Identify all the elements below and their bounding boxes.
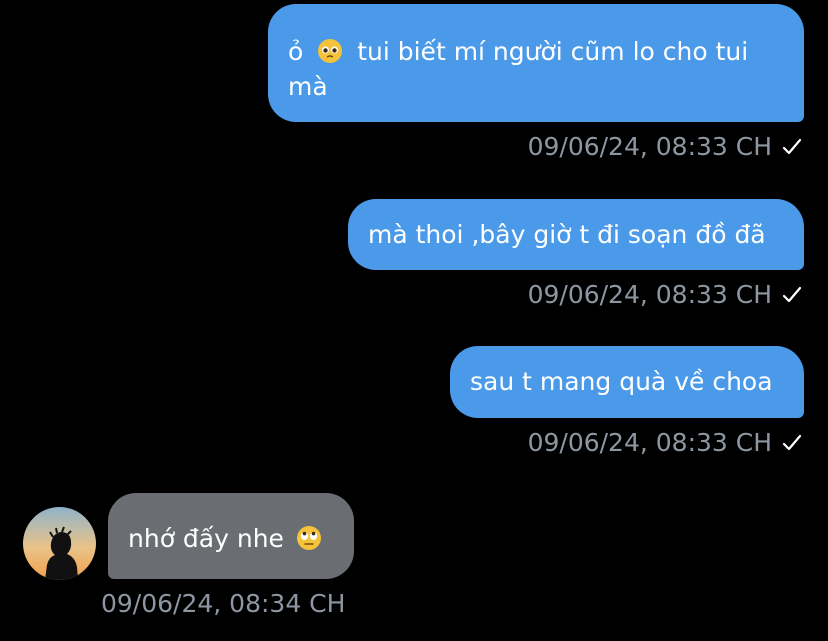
avatar-image — [23, 507, 96, 580]
message-timestamp: 09/06/24, 08:34 CH — [101, 589, 346, 618]
pleading-face-emoji — [318, 39, 343, 63]
message-meta: 09/06/24, 08:33 CH — [528, 428, 802, 458]
avatar[interactable] — [23, 507, 96, 580]
message-bubble-incoming[interactable]: nhớ đấy nhe — [108, 493, 354, 579]
sent-check-icon — [782, 138, 802, 155]
message-meta: 09/06/24, 08:33 CH — [528, 132, 802, 162]
message-timestamp: 09/06/24, 08:33 CH — [527, 132, 772, 161]
message-timestamp: 09/06/24, 08:33 CH — [527, 428, 772, 457]
message-bubble-outgoing[interactable]: mà thoi ,bây giờ t đi soạn đồ đã — [348, 199, 804, 270]
message-bubble-outgoing[interactable]: ỏ tui biết mí người cũm lo cho tui mà — [268, 4, 804, 122]
message-timestamp: 09/06/24, 08:33 CH — [527, 280, 772, 309]
eye-roll-emoji — [296, 526, 321, 550]
message-text: mà thoi ,bây giờ t đi soạn đồ đã — [368, 220, 766, 249]
sent-check-icon — [782, 286, 802, 303]
message-meta: 09/06/24, 08:34 CH — [101, 589, 345, 619]
message-text: nhớ đấy nhe — [128, 524, 284, 553]
message-text: tui biết mí người cũm lo cho tui mà — [288, 37, 749, 101]
message-text: ỏ — [288, 37, 304, 66]
message-meta: 09/06/24, 08:33 CH — [528, 280, 802, 310]
message-text: sau t mang quà về choa — [470, 367, 773, 396]
message-bubble-outgoing[interactable]: sau t mang quà về choa — [450, 346, 804, 418]
sent-check-icon — [782, 434, 802, 451]
